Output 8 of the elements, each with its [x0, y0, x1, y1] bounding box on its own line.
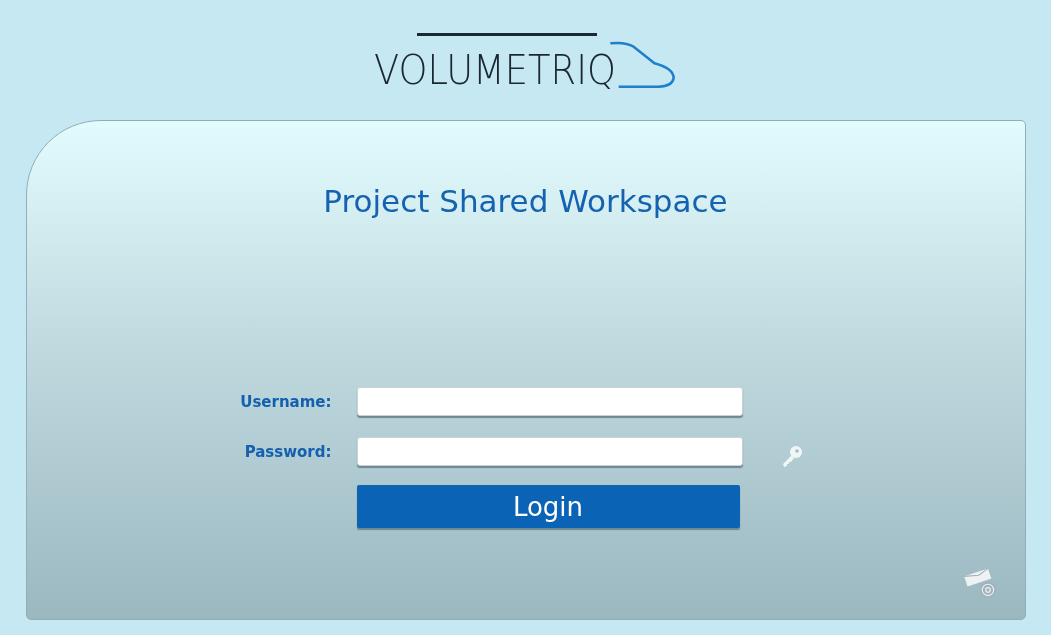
logo-text: VOLUMETRIQ: [374, 50, 616, 90]
page-title: Project Shared Workspace: [322, 183, 729, 219]
input-field[interactable]: [356, 437, 743, 466]
field-label: Password:: [244, 442, 332, 461]
email-icon[interactable]: [962, 565, 997, 599]
field-label: Username:: [240, 392, 332, 411]
login-button[interactable]: Login: [356, 485, 740, 528]
input-field[interactable]: [356, 387, 743, 416]
